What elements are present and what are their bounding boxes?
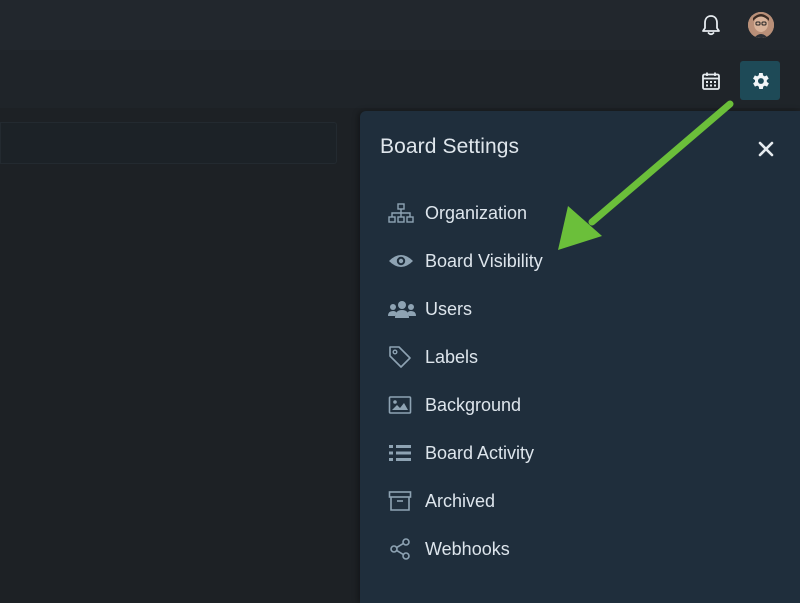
menu-item-organization[interactable]: Organization — [388, 189, 768, 237]
board-header-strip — [0, 122, 337, 164]
menu-item-label: Organization — [425, 202, 528, 223]
menu-item-label: Board Activity — [425, 442, 535, 463]
tag-icon — [388, 345, 418, 369]
menu-item-board-activity[interactable]: Board Activity — [388, 429, 768, 477]
archive-icon — [388, 489, 418, 513]
menu-item-label: Webhooks — [425, 538, 510, 559]
eye-icon — [388, 249, 418, 273]
menu-item-users[interactable]: Users — [388, 285, 768, 333]
menu-item-label: Users — [425, 298, 473, 319]
top-navbar — [0, 0, 800, 50]
sitemap-icon — [388, 201, 418, 225]
settings-button[interactable] — [740, 61, 780, 100]
gear-icon — [753, 72, 769, 89]
share-icon — [388, 537, 418, 561]
users-icon — [388, 297, 418, 321]
board-settings-panel: Board Settings Organization Board Visibi… — [360, 111, 800, 603]
close-button[interactable] — [754, 137, 778, 161]
close-icon — [758, 141, 774, 157]
menu-item-archived[interactable]: Archived — [388, 477, 768, 525]
calendar-button[interactable] — [696, 66, 726, 96]
menu-item-label: Background — [425, 394, 522, 415]
list-icon — [388, 441, 418, 465]
menu-item-label: Labels — [425, 346, 479, 367]
board-toolbar — [0, 50, 800, 108]
image-icon — [388, 393, 418, 417]
settings-menu: Organization Board Visibility Users Labe… — [388, 189, 768, 573]
calendar-icon — [702, 72, 720, 90]
menu-item-webhooks[interactable]: Webhooks — [388, 525, 768, 573]
panel-title: Board Settings — [380, 135, 520, 158]
avatar-image — [748, 12, 774, 38]
bell-icon — [702, 15, 720, 36]
menu-item-label: Board Visibility — [425, 250, 543, 271]
menu-item-label: Archived — [425, 490, 496, 511]
menu-item-labels[interactable]: Labels — [388, 333, 768, 381]
notifications-button[interactable] — [696, 10, 726, 40]
menu-item-board-visibility[interactable]: Board Visibility — [388, 237, 768, 285]
user-avatar[interactable] — [748, 12, 774, 38]
menu-item-background[interactable]: Background — [388, 381, 768, 429]
